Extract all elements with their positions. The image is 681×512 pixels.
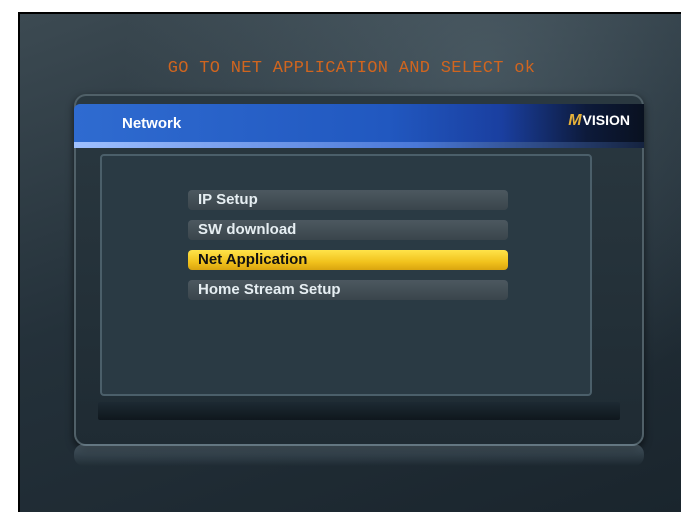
instruction-text: GO TO NET APPLICATION AND SELECT ok [167,59,536,78]
menu-item-ip-setup[interactable]: IP Setup [188,190,508,210]
panel-footer-bar [98,402,620,420]
panel-header: Network MVISION [74,104,644,148]
menu-item-home-stream-setup[interactable]: Home Stream Setup [188,280,508,300]
panel-title: Network [122,115,182,132]
tv-screen: GO TO NET APPLICATION AND SELECT ok Netw… [18,12,681,512]
brand-logo-text: VISION [582,112,630,128]
menu-item-net-application[interactable]: Net Application [188,250,508,270]
menu-item-sw-download[interactable]: SW download [188,220,508,240]
network-menu: IP Setup SW download Net Application Hom… [188,190,508,310]
brand-logo-mark: M [568,112,582,129]
menu-area: IP Setup SW download Net Application Hom… [100,154,592,396]
brand-logo: MVISION [568,112,630,130]
network-panel: Network MVISION IP Setup SW download Net… [74,94,644,446]
panel-reflection [74,444,644,466]
